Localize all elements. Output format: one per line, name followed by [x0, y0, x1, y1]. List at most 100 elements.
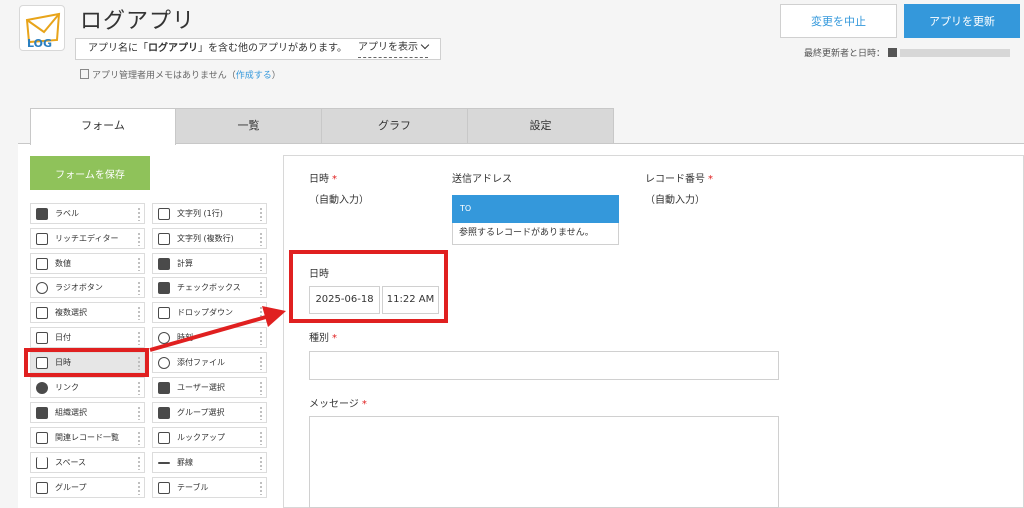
drag-handle-icon [137, 331, 141, 345]
drag-handle-icon [137, 431, 141, 445]
show-apps-link[interactable]: アプリを表示 [358, 39, 430, 58]
reference-table-header: TO [452, 195, 619, 223]
admin-memo: アプリ管理者用メモはありません（作成する） [80, 68, 281, 81]
line-icon [158, 462, 170, 464]
palette-item-attachment[interactable]: 添付ファイル [152, 352, 267, 373]
tag-icon [36, 208, 48, 220]
field-label-record-number: レコード番号 * [645, 174, 713, 185]
palette-item-calc[interactable]: 計算 [152, 253, 267, 274]
palette-item-user-select[interactable]: ユーザー選択 [152, 377, 267, 398]
palette-item-group[interactable]: グループ [30, 477, 145, 498]
paperclip-icon [158, 357, 170, 369]
palette-item-checkbox[interactable]: チェックボックス [152, 277, 267, 298]
drag-handle-icon [137, 306, 141, 320]
multi-select-icon [36, 307, 48, 319]
save-form-button[interactable]: フォームを保存 [30, 156, 150, 190]
palette-item-radio[interactable]: ラジオボタン [30, 277, 145, 298]
app-icon: LOG [19, 5, 65, 51]
related-records-icon [36, 432, 48, 444]
palette-item-rich-editor[interactable]: リッチエディター [30, 228, 145, 249]
org-icon [36, 407, 48, 419]
chevron-down-icon [420, 40, 430, 50]
palette-item-dropdown[interactable]: ドロップダウン [152, 302, 267, 323]
text-multi-icon [158, 233, 170, 245]
drag-handle-icon [259, 306, 263, 320]
reference-empty-message: 参照するレコードがありません。 [452, 223, 619, 245]
palette-item-number[interactable]: 数値 [30, 253, 145, 274]
table-icon [158, 482, 170, 494]
palette-item-text-multi[interactable]: 文字列 (複数行) [152, 228, 267, 249]
user-icon [888, 48, 898, 57]
calculator-icon [158, 258, 170, 270]
checkbox-icon [158, 282, 170, 294]
palette-item-org-select[interactable]: 組織選択 [30, 402, 145, 423]
highlight-datetime-palette [24, 348, 149, 377]
field-label-datetime: 日時 * [309, 174, 337, 185]
drag-handle-icon [137, 281, 141, 295]
last-updated-info: 最終更新者と日時： [804, 46, 1011, 59]
field-label-address: 送信アドレス [452, 174, 512, 185]
updater-name-redacted [900, 49, 1011, 57]
drag-handle-icon [259, 381, 263, 395]
field-label-message: メッセージ * [309, 399, 367, 410]
palette-item-time[interactable]: 時刻 [152, 327, 267, 348]
create-memo-link[interactable]: 作成する [236, 71, 272, 81]
palette-item-line[interactable]: 罫線 [152, 452, 267, 473]
number-icon [36, 258, 48, 270]
drag-handle-icon [137, 232, 141, 246]
group-icon [36, 482, 48, 494]
drag-handle-icon [259, 232, 263, 246]
space-icon [36, 457, 48, 469]
users-icon [158, 407, 170, 419]
dropdown-icon [158, 307, 170, 319]
memo-icon [80, 69, 89, 79]
palette-item-lookup[interactable]: ルックアップ [152, 427, 267, 448]
palette-item-table[interactable]: テーブル [152, 477, 267, 498]
palette-item-link[interactable]: リンク [30, 377, 145, 398]
field-record-number-auto: （自動入力） [645, 195, 705, 206]
drag-handle-icon [259, 207, 263, 221]
palette-item-space[interactable]: スペース [30, 452, 145, 473]
lookup-icon [158, 432, 170, 444]
field-datetime-auto: （自動入力） [309, 195, 369, 206]
tab-list[interactable]: 一覧 [176, 108, 322, 144]
palette-item-related-records[interactable]: 関連レコード一覧 [30, 427, 145, 448]
update-app-button[interactable]: アプリを更新 [904, 4, 1020, 38]
tab-settings[interactable]: 設定 [468, 108, 614, 144]
drag-handle-icon [137, 381, 141, 395]
tab-graph[interactable]: グラフ [322, 108, 468, 144]
svg-text:LOG: LOG [27, 37, 52, 50]
highlight-new-datetime-field [289, 250, 448, 323]
palette-item-multi-select[interactable]: 複数選択 [30, 302, 145, 323]
drag-handle-icon [259, 456, 263, 470]
palette-item-text-single[interactable]: 文字列 (1行) [152, 203, 267, 224]
rich-editor-icon [36, 233, 48, 245]
globe-icon [36, 382, 48, 394]
clock-icon [158, 332, 170, 344]
envelope-icon: LOG [25, 12, 61, 50]
drag-handle-icon [259, 331, 263, 345]
calendar-icon [36, 332, 48, 344]
palette-item-group-select[interactable]: グループ選択 [152, 402, 267, 423]
duplicate-name-notice: アプリ名に「ログアプリ」を含む他のアプリがあります。 アプリを表示 [75, 38, 441, 60]
drag-handle-icon [259, 281, 263, 295]
drag-handle-icon [259, 356, 263, 370]
user-icon [158, 382, 170, 394]
app-title: ログアプリ [80, 9, 196, 34]
drag-handle-icon [259, 257, 263, 271]
type-input[interactable] [309, 351, 779, 380]
drag-handle-icon [137, 257, 141, 271]
drag-handle-icon [137, 481, 141, 495]
drag-handle-icon [137, 456, 141, 470]
radio-icon [36, 282, 48, 294]
drag-handle-icon [259, 406, 263, 420]
palette-item-label[interactable]: ラベル [30, 203, 145, 224]
tab-form[interactable]: フォーム [30, 108, 176, 145]
drag-handle-icon [259, 481, 263, 495]
settings-tabs: フォーム 一覧 グラフ 設定 [30, 108, 614, 145]
message-textarea[interactable] [309, 416, 779, 508]
text-single-icon [158, 208, 170, 220]
cancel-changes-button[interactable]: 変更を中止 [780, 4, 897, 38]
drag-handle-icon [259, 431, 263, 445]
palette-item-date[interactable]: 日付 [30, 327, 145, 348]
